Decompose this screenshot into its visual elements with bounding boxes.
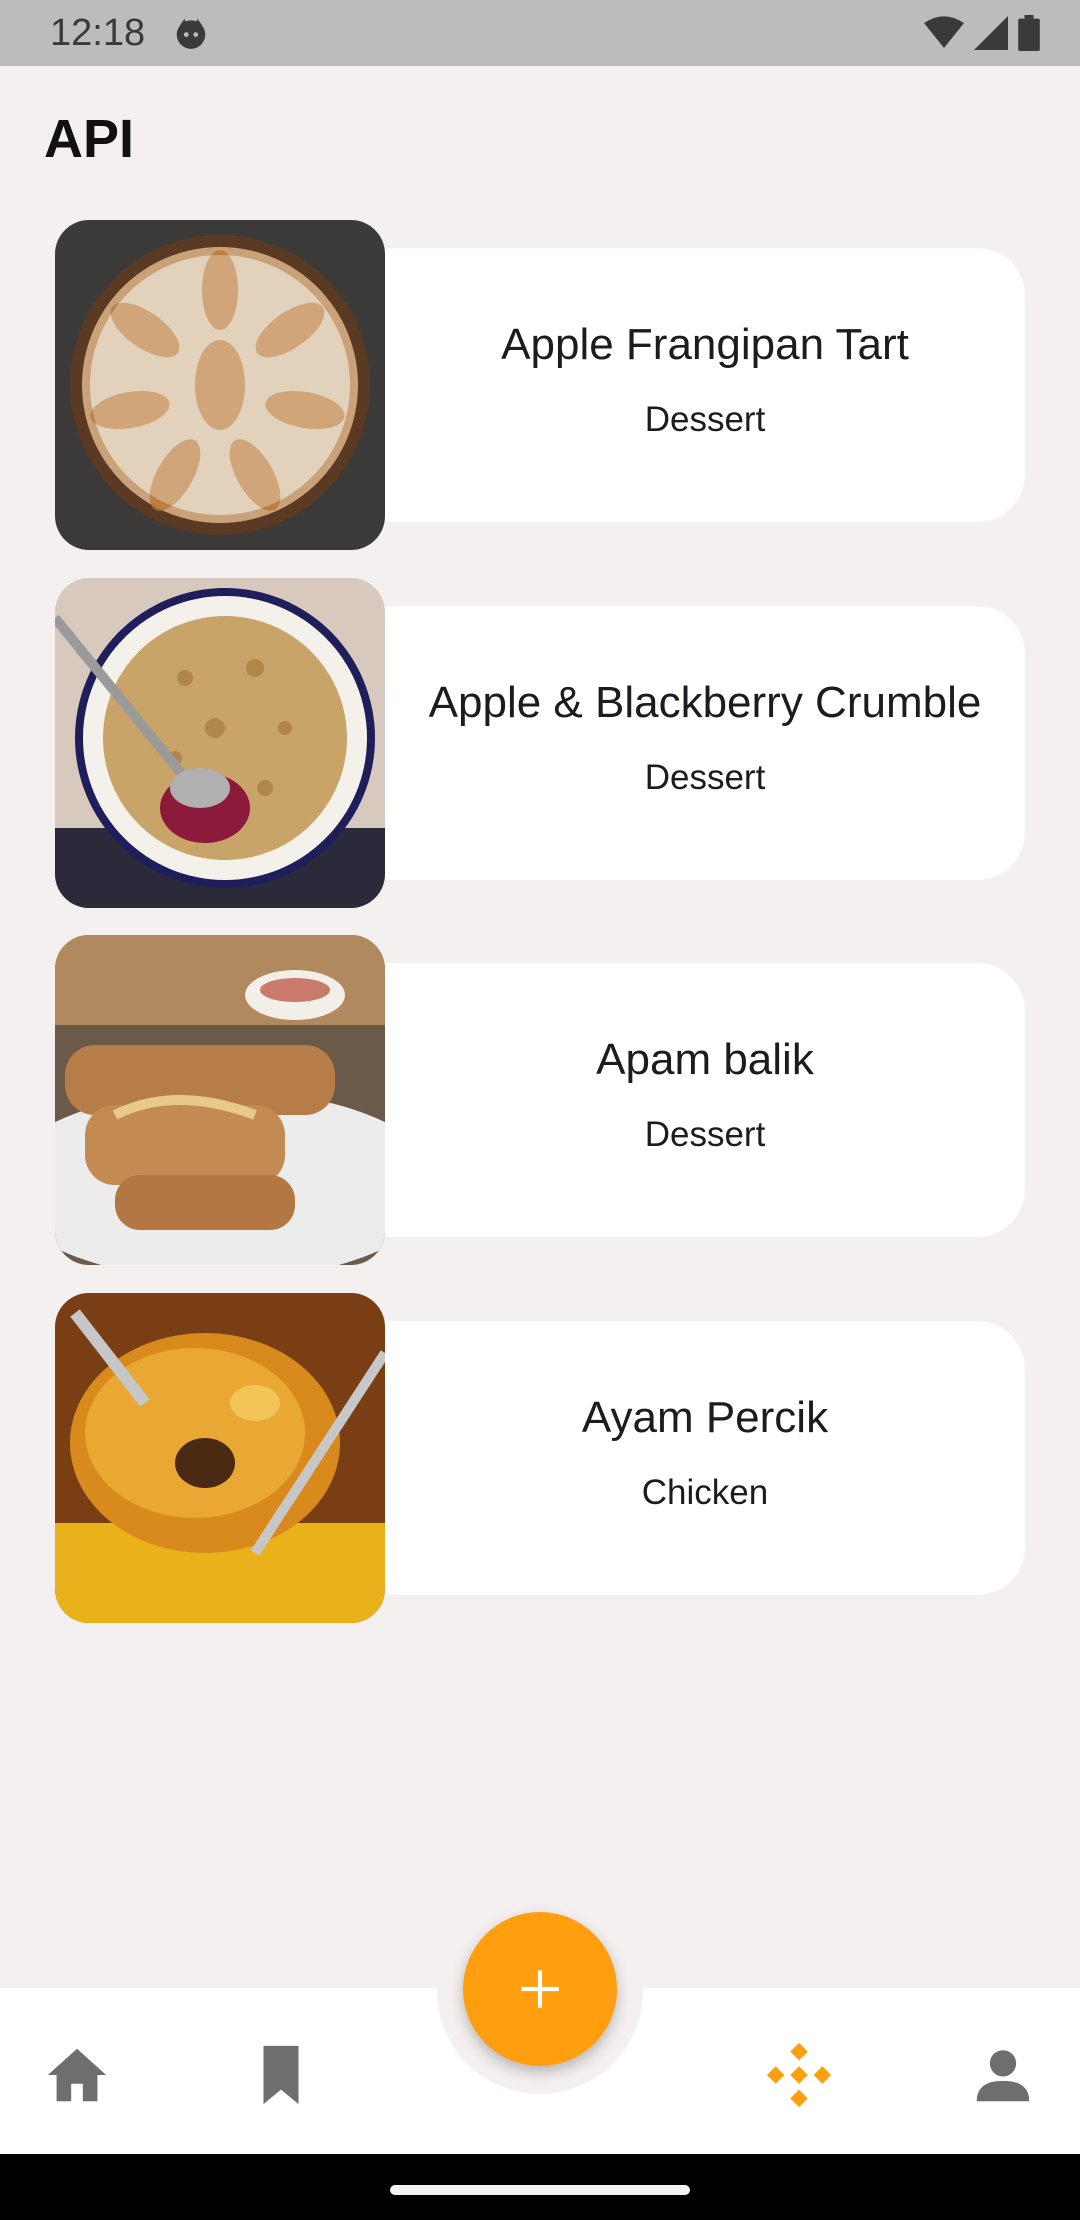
page-title: API	[44, 109, 135, 169]
meal-card-panel	[305, 606, 1025, 880]
meal-name: Ayam Percik	[581, 1393, 829, 1442]
wifi-icon	[924, 16, 964, 48]
meal-name: Apple Frangipan Tart	[501, 320, 909, 369]
meal-image-tart	[55, 220, 385, 550]
meal-category: Dessert	[644, 400, 766, 439]
meal-card[interactable]: Apple Frangipan Tart Dessert	[55, 220, 1025, 550]
meal-card-panel	[305, 1321, 1025, 1595]
nav-bookmarks[interactable]	[246, 2040, 316, 2110]
home-icon	[47, 2048, 107, 2102]
meal-image-ayam	[55, 1293, 385, 1623]
nav-profile[interactable]	[968, 2040, 1038, 2110]
add-button[interactable]	[463, 1912, 617, 2066]
person-icon	[976, 2050, 1030, 2102]
battery-icon	[1018, 15, 1040, 51]
status-bar: 12:18	[0, 0, 1080, 66]
meal-card[interactable]: Ayam Percik Chicken	[55, 1293, 1025, 1623]
nav-home[interactable]	[42, 2040, 112, 2110]
meal-category: Dessert	[644, 758, 766, 797]
plus-icon	[521, 1970, 559, 2008]
signal-icon	[974, 16, 1008, 50]
meal-card-panel	[305, 248, 1025, 522]
api-icon	[766, 2042, 832, 2108]
home-gesture-pill[interactable]	[390, 2185, 690, 2195]
meal-name: Apam balik	[596, 1035, 814, 1084]
meal-card[interactable]: Apple & Blackberry Crumble Dessert	[55, 578, 1025, 908]
status-icons	[924, 14, 1040, 52]
meal-card-panel	[305, 963, 1025, 1237]
bookmark-icon	[263, 2045, 299, 2105]
meal-category: Dessert	[644, 1115, 766, 1154]
meal-card[interactable]: Apam balik Dessert	[55, 935, 1025, 1265]
meal-category: Chicken	[641, 1473, 769, 1512]
meal-image-apam	[55, 935, 385, 1265]
status-time: 12:18	[50, 12, 146, 54]
nav-api[interactable]	[764, 2040, 834, 2110]
meal-name: Apple & Blackberry Crumble	[428, 678, 982, 727]
notification-face-icon	[176, 18, 206, 49]
meal-image-crumble	[55, 578, 385, 908]
